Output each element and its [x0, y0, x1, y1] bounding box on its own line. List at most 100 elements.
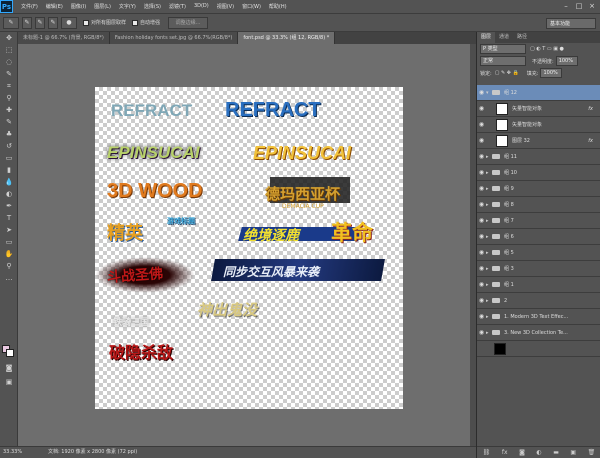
visibility-eye-icon[interactable]: ◉ [477, 137, 486, 144]
pen-tool-icon[interactable]: ✒ [2, 201, 16, 212]
layer-fx-icon[interactable]: fx [588, 106, 593, 112]
visibility-eye-icon[interactable]: ◉ [477, 153, 486, 160]
layer-row[interactable]: ◉ ▸ 组 1 [477, 277, 600, 293]
move-tool-icon[interactable]: ✥ [2, 33, 16, 44]
layer-row[interactable]: ◉ ▾ 组 12 [477, 85, 600, 101]
visibility-eye-icon[interactable]: ◉ [477, 313, 486, 320]
layer-row[interactable]: ◉ 矢量智能对象 [477, 117, 600, 133]
menu-item[interactable]: 选择(S) [140, 3, 165, 10]
history-brush-icon[interactable]: ↺ [2, 141, 16, 152]
minimize-icon[interactable]: – [560, 0, 572, 12]
subtract-selection-icon[interactable]: ✎ [48, 16, 58, 29]
shape-tool-icon[interactable]: ▭ [2, 237, 16, 248]
quick-select-tool-icon[interactable]: ✎ [2, 69, 16, 80]
menu-item[interactable]: 文件(F) [17, 3, 42, 10]
menu-item[interactable]: 文字(Y) [115, 3, 140, 10]
new-group-icon[interactable]: ▬ [553, 449, 559, 456]
close-icon[interactable]: × [586, 0, 598, 12]
visibility-eye-icon[interactable]: ◉ [477, 249, 486, 256]
brush-tool-icon[interactable]: ✎ [2, 117, 16, 128]
clone-stamp-icon[interactable]: ♣ [2, 129, 16, 140]
marquee-tool-icon[interactable]: ⬚ [2, 45, 16, 56]
fill-input[interactable]: 100% [540, 68, 563, 78]
layer-row[interactable]: ◉ ▸ 组 6 [477, 229, 600, 245]
layer-row[interactable]: ◉ ▸ 1. Modern 3D Text Effec... [477, 309, 600, 325]
brush-preset-icon[interactable]: ✎ [3, 16, 19, 29]
new-layer-icon[interactable]: ▣ [570, 449, 576, 456]
blend-mode-select[interactable]: 正常 [480, 56, 526, 66]
workspace-select[interactable]: 基本功能 [546, 18, 596, 29]
tab-paths[interactable]: 路径 [513, 32, 531, 43]
opacity-input[interactable]: 100% [555, 56, 578, 66]
visibility-eye-icon[interactable]: ◉ [477, 185, 486, 192]
layer-kind-filter[interactable]: P 类型 [480, 44, 526, 54]
brush-size-icon[interactable]: ● [61, 16, 77, 29]
layer-row[interactable]: ◉ ▸ 组 7 [477, 213, 600, 229]
layer-row[interactable]: ◉ ▸ 2 [477, 293, 600, 309]
eraser-tool-icon[interactable]: ▭ [2, 153, 16, 164]
fx-icon[interactable]: fx [502, 449, 508, 456]
menu-item[interactable]: 图层(L) [90, 3, 115, 10]
gradient-tool-icon[interactable]: ▮ [2, 165, 16, 176]
layer-row[interactable]: ◉ ▸ 组 8 [477, 197, 600, 213]
menu-item[interactable]: 3D(D) [190, 3, 213, 10]
sample-all-layers-checkbox[interactable]: 对所有图层取样 [83, 19, 126, 26]
layer-row[interactable]: ◉ ▸ 组 3 [477, 261, 600, 277]
layer-row[interactable]: ◉ ▸ 组 11 [477, 149, 600, 165]
layer-row[interactable]: ◉ ▸ 3. New 3D Collection Te... [477, 325, 600, 341]
zoom-level[interactable]: 33.33% [3, 447, 22, 458]
eyedropper-tool-icon[interactable]: ⚲ [2, 93, 16, 104]
path-select-icon[interactable]: ➤ [2, 225, 16, 236]
lock-icons[interactable]: ▢ ✎ ✥ 🔒 [495, 70, 519, 76]
layer-row[interactable] [477, 341, 600, 357]
new-selection-icon[interactable]: ✎ [22, 16, 32, 29]
menu-item[interactable]: 帮助(H) [265, 3, 291, 10]
maximize-icon[interactable]: □ [573, 0, 585, 12]
add-selection-icon[interactable]: ✎ [35, 16, 45, 29]
tab-untitled[interactable]: 未标题-1 @ 66.7% (背景, RGB/8*) [18, 32, 110, 44]
document-info[interactable]: 文档: 1920 像素 x 2800 像素 (72 ppi) [48, 447, 137, 458]
quick-mask-icon[interactable]: ◙ [2, 363, 16, 374]
refine-edge-button[interactable]: 调整边缘... [168, 16, 209, 29]
filter-icons[interactable]: ▢ ◐ T ▭ ▣ ● [530, 46, 564, 52]
layer-list[interactable]: ◉ ▾ 组 12 ◉ 矢量智能对象 fx ◉ 矢量智能对象 ◉ 图层 32 fx ◉ ▸ 组 11 ◉ ▸ 组 … [477, 85, 600, 409]
menu-item[interactable]: 滤镜(T) [165, 3, 190, 10]
menu-item[interactable]: 编辑(E) [42, 3, 67, 10]
hand-tool-icon[interactable]: ✋ [2, 249, 16, 260]
zoom-tool-icon[interactable]: ⚲ [2, 261, 16, 272]
menu-item[interactable]: 视图(V) [213, 3, 238, 10]
blur-tool-icon[interactable]: 💧 [2, 177, 16, 188]
screen-mode-icon[interactable]: ▣ [2, 377, 16, 388]
visibility-eye-icon[interactable]: ◉ [477, 265, 486, 272]
crop-tool-icon[interactable]: ⌗ [2, 81, 16, 92]
layer-fx-icon[interactable]: fx [588, 138, 593, 144]
adjustment-icon[interactable]: ◐ [536, 449, 541, 456]
healing-brush-icon[interactable]: ✚ [2, 105, 16, 116]
foreground-color-swatch[interactable] [6, 349, 14, 357]
tab-fashion-fonts[interactable]: Fashion holiday fonts set.jpg @ 66.7%(RG… [109, 32, 239, 44]
layer-row[interactable]: ◉ 矢量智能对象 fx [477, 101, 600, 117]
tab-layers[interactable]: 图层 [477, 32, 496, 43]
visibility-eye-icon[interactable]: ◉ [477, 297, 486, 304]
trash-icon[interactable]: 🗑 [588, 449, 596, 456]
canvas-area[interactable]: REFRACT REFRACT EPINSUCAI EPINSUCAI 3D W… [18, 44, 476, 446]
visibility-eye-icon[interactable]: ◉ [477, 89, 486, 96]
visibility-eye-icon[interactable]: ◉ [477, 329, 486, 336]
visibility-eye-icon[interactable]: ◉ [477, 201, 486, 208]
menu-item[interactable]: 图像(I) [67, 3, 90, 10]
visibility-eye-icon[interactable]: ◉ [477, 105, 486, 112]
layer-row[interactable]: ◉ ▸ 组 5 [477, 245, 600, 261]
visibility-eye-icon[interactable]: ◉ [477, 233, 486, 240]
tab-channels[interactable]: 通道 [495, 32, 513, 43]
more-tools-icon[interactable]: … [2, 273, 16, 284]
visibility-eye-icon[interactable]: ◉ [477, 281, 486, 288]
auto-enhance-checkbox[interactable]: 自动增强 [132, 19, 160, 26]
link-layers-icon[interactable]: ⛓ [483, 449, 491, 456]
dodge-tool-icon[interactable]: ◐ [2, 189, 16, 200]
document-canvas[interactable]: REFRACT REFRACT EPINSUCAI EPINSUCAI 3D W… [95, 87, 403, 409]
lasso-tool-icon[interactable]: ◌ [2, 57, 16, 68]
visibility-eye-icon[interactable]: ◉ [477, 217, 486, 224]
tab-font-psd[interactable]: font.psd @ 33.3% (组 12, RGB/8) * [238, 32, 336, 44]
visibility-eye-icon[interactable]: ◉ [477, 121, 486, 128]
layer-row[interactable]: ◉ ▸ 组 10 [477, 165, 600, 181]
